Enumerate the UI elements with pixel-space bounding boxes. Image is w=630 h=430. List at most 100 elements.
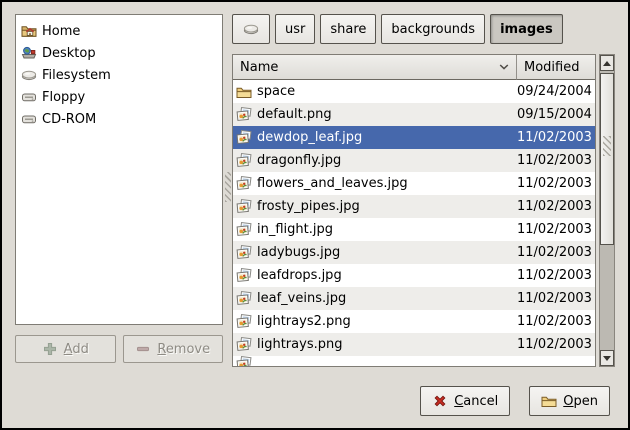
image-file-icon [236,291,252,307]
file-row[interactable]: lightrays.png 11/02/2003 [233,333,595,356]
path-bar: usr share backgrounds images [232,14,615,44]
file-name: flowers_and_leaves.jpg [257,176,408,191]
desktop-icon [21,45,37,61]
list-header: Name Modified [233,55,595,80]
image-file-icon [236,153,252,169]
folder-icon [236,84,252,100]
file-row[interactable]: space 09/24/2004 [233,80,595,103]
file-name: space [257,84,295,99]
shortcut-item-desktop[interactable]: Desktop [18,42,220,64]
scroll-down-button[interactable] [600,350,614,366]
shortcut-label: CD-ROM [42,112,96,127]
image-file-icon [236,268,252,284]
arrow-up-icon [603,61,611,66]
dialog-action-area: Cancel Open [15,386,615,416]
disk-icon [243,21,259,37]
file-name: leafdrops.jpg [257,268,342,283]
scroll-up-button[interactable] [600,55,614,71]
shortcuts-pane: Home Desktop Filesystem Floppy CD-ROM [15,14,223,367]
file-name: dragonfly.jpg [257,153,341,168]
file-name: frosty_pipes.jpg [257,199,360,214]
shortcut-label: Desktop [42,46,96,61]
file-name: leaf_veins.jpg [257,291,346,306]
image-file-icon [236,176,252,192]
path-button-images[interactable]: images [490,14,563,44]
file-row-partial[interactable] [233,356,595,366]
remove-button-label: Remove [157,342,210,357]
image-file-icon [236,245,252,261]
file-row[interactable]: in_flight.jpg 11/02/2003 [233,218,595,241]
file-name: ladybugs.jpg [257,245,340,260]
file-modified: 11/02/2003 [517,153,595,168]
file-row[interactable]: leafdrops.jpg 11/02/2003 [233,264,595,287]
shortcuts-list: Home Desktop Filesystem Floppy CD-ROM [15,14,223,325]
column-header-modified[interactable]: Modified [517,55,595,80]
file-name: lightrays.png [257,337,342,352]
path-button-usr[interactable]: usr [275,14,315,44]
add-button-label: Add [64,342,89,357]
shortcut-label: Filesystem [42,68,111,83]
image-file-icon [236,222,252,238]
cancel-button-label: Cancel [454,394,498,409]
image-file-icon [236,337,252,353]
cancel-button[interactable]: Cancel [420,386,510,416]
file-row[interactable]: lightrays2.png 11/02/2003 [233,310,595,333]
drive-icon [21,111,37,127]
image-file-icon [236,199,252,215]
file-name: dewdop_leaf.jpg [257,130,362,145]
remove-minus-icon [135,341,151,357]
open-button[interactable]: Open [529,386,610,416]
file-modified: 11/02/2003 [517,130,595,145]
arrow-down-icon [603,356,611,361]
file-row[interactable]: dragonfly.jpg 11/02/2003 [233,149,595,172]
file-modified: 11/02/2003 [517,245,595,260]
file-modified: 09/15/2004 [517,107,595,122]
file-row[interactable]: ladybugs.jpg 11/02/2003 [233,241,595,264]
add-plus-icon [42,341,58,357]
drive-icon [21,89,37,105]
shortcut-item-floppy[interactable]: Floppy [18,86,220,108]
file-row[interactable]: frosty_pipes.jpg 11/02/2003 [233,195,595,218]
path-button-share[interactable]: share [320,14,376,44]
image-file-icon [236,314,252,330]
shortcut-label: Home [42,24,80,39]
file-row-selected[interactable]: dewdop_leaf.jpg 11/02/2003 [233,126,595,149]
shortcut-item-cdrom[interactable]: CD-ROM [18,108,220,130]
path-button-backgrounds[interactable]: backgrounds [381,14,485,44]
image-file-icon [236,107,252,123]
chevron-down-icon [499,64,509,70]
thumb-grip-icon [603,136,611,156]
shortcut-label: Floppy [42,90,85,105]
file-row[interactable]: leaf_veins.jpg 11/02/2003 [233,287,595,310]
file-list-area: Name Modified space 09/24/2004 [232,54,615,367]
file-modified: 09/24/2004 [517,84,595,99]
image-file-icon [236,130,252,146]
image-file-icon [236,356,252,366]
file-modified: 11/02/2003 [517,222,595,237]
file-row[interactable]: flowers_and_leaves.jpg 11/02/2003 [233,172,595,195]
shortcut-item-home[interactable]: Home [18,20,220,42]
file-modified: 11/02/2003 [517,337,595,352]
splitter-grip-icon [225,172,231,202]
column-header-name[interactable]: Name [233,55,517,80]
file-rows: space 09/24/2004 default.png 09/15/2004 … [233,80,595,366]
remove-button[interactable]: Remove [123,335,224,363]
cancel-x-icon [432,393,448,409]
shortcut-item-filesystem[interactable]: Filesystem [18,64,220,86]
file-modified: 11/02/2003 [517,176,595,191]
pane-splitter[interactable] [223,14,232,367]
file-list: Name Modified space 09/24/2004 [232,54,596,367]
vertical-scrollbar[interactable] [599,54,615,367]
file-modified: 11/02/2003 [517,291,595,306]
file-name: default.png [257,107,332,122]
scrollbar-thumb[interactable] [600,73,614,245]
path-button-root[interactable] [232,14,270,44]
file-name: lightrays2.png [257,314,351,329]
add-button[interactable]: Add [15,335,116,363]
file-name: in_flight.jpg [257,222,333,237]
file-modified: 11/02/2003 [517,314,595,329]
file-modified: 11/02/2003 [517,268,595,283]
open-folder-icon [541,393,557,409]
file-row[interactable]: default.png 09/15/2004 [233,103,595,126]
file-modified: 11/02/2003 [517,199,595,214]
